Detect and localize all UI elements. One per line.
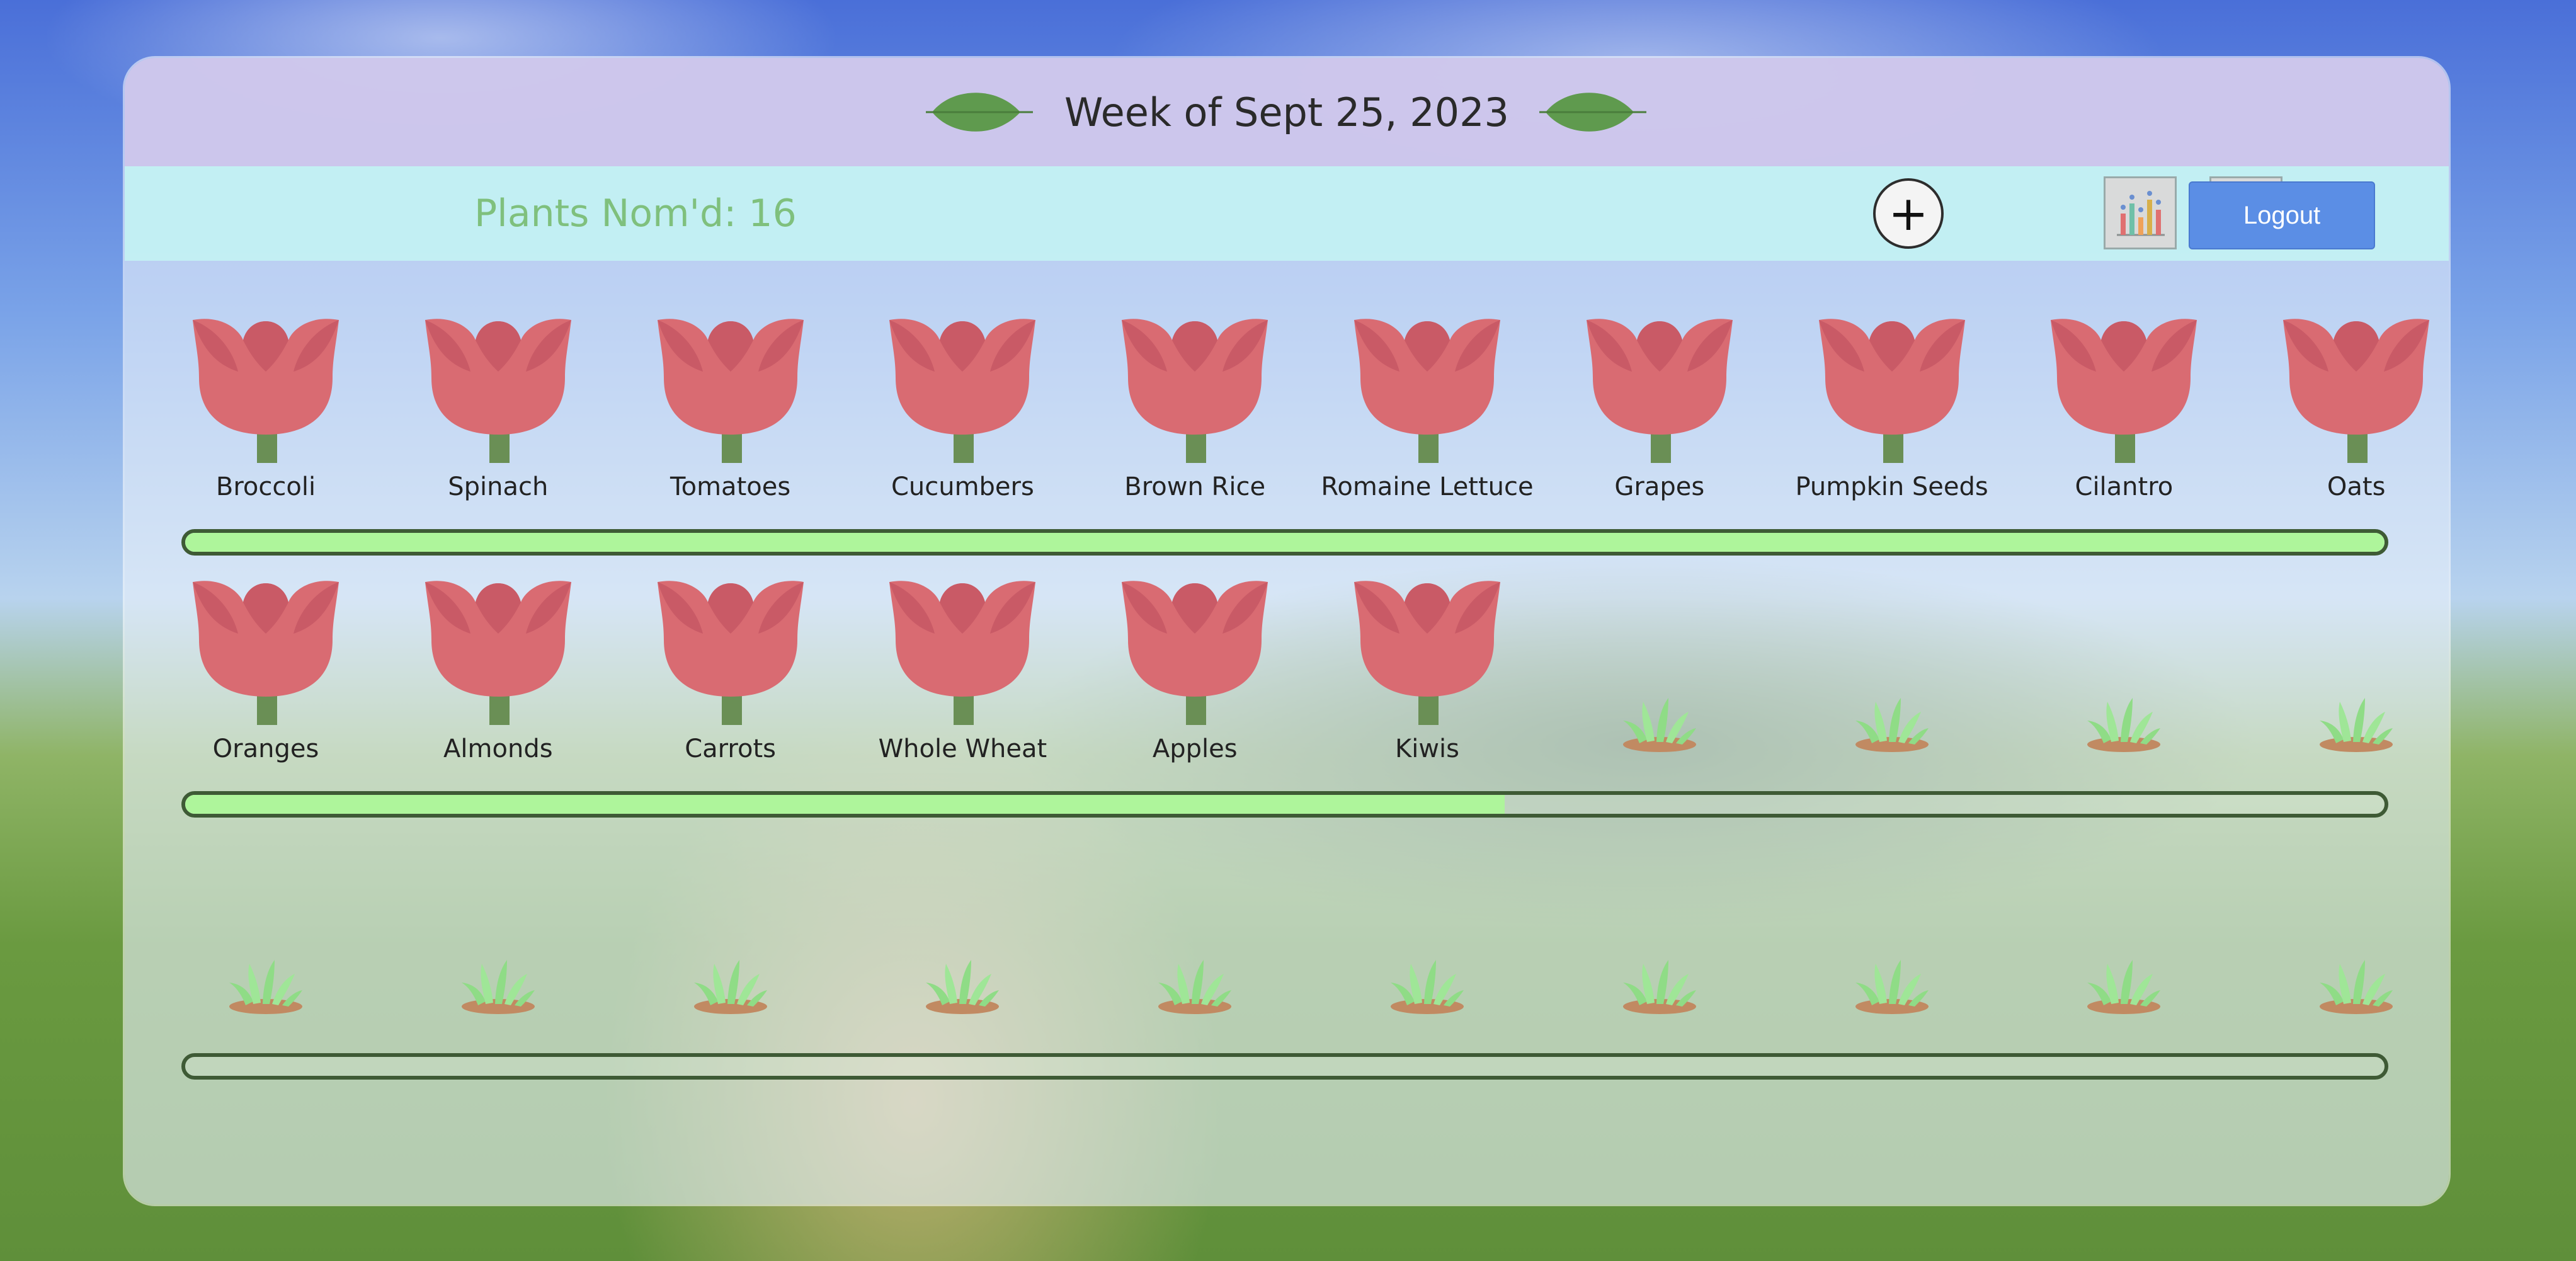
- sprout-icon: [2086, 957, 2162, 1014]
- row-progress-bar: [181, 529, 2388, 556]
- sprout-icon: [693, 957, 768, 1014]
- plant-slot[interactable]: Spinach: [397, 302, 599, 516]
- plant-label: Cucumbers: [891, 472, 1034, 501]
- plant-label: Almonds: [443, 734, 553, 763]
- tulip-icon: [640, 302, 821, 463]
- plant-label: Cilantro: [2075, 472, 2174, 501]
- sprout-icon: [1622, 957, 1697, 1014]
- sprout-icon: [1854, 957, 1930, 1014]
- tulip-icon: [2265, 302, 2447, 463]
- plant-slot[interactable]: Cucumbers: [862, 302, 1063, 516]
- plant-slot[interactable]: Romaine Lettuce: [1321, 302, 1534, 516]
- tulip-icon: [2033, 302, 2214, 463]
- empty-plant-slot[interactable]: [1559, 826, 1760, 1041]
- sprout-icon: [2318, 695, 2394, 752]
- plant-label: Pumpkin Seeds: [1795, 472, 1988, 501]
- tulip-icon: [872, 564, 1053, 725]
- empty-plant-slot[interactable]: [1326, 826, 1528, 1041]
- plant-slot[interactable]: Tomatoes: [630, 302, 831, 516]
- plant-label: Spinach: [448, 472, 549, 501]
- plant-slot[interactable]: Oats: [2255, 302, 2449, 516]
- empty-plant-slot[interactable]: [630, 826, 831, 1041]
- empty-plant-slot[interactable]: [165, 826, 367, 1041]
- row-progress-fill: [185, 795, 1505, 814]
- plant-garden: Broccoli Spinach Tomatoes Cucumbers Brown Ri…: [125, 58, 2449, 1204]
- tulip-icon: [175, 564, 356, 725]
- empty-plant-slot[interactable]: [862, 826, 1063, 1041]
- tulip-icon: [407, 564, 589, 725]
- empty-plant-slot[interactable]: [2255, 564, 2449, 779]
- sprout-icon: [1854, 695, 1930, 752]
- tulip-icon: [640, 564, 821, 725]
- sprout-icon: [2318, 957, 2394, 1014]
- plant-label: Grapes: [1614, 472, 1705, 501]
- plant-label: Apples: [1152, 734, 1238, 763]
- empty-plant-slot[interactable]: [397, 826, 599, 1041]
- plant-label: Kiwis: [1394, 734, 1459, 763]
- sprout-icon: [1157, 957, 1233, 1014]
- row-progress-bar: [181, 1053, 2388, 1080]
- empty-plant-slot[interactable]: [2023, 564, 2225, 779]
- main-card: Week of Sept 25, 2023 Plants Nom'd: 16 +: [125, 58, 2449, 1204]
- plant-label: Whole Wheat: [878, 734, 1047, 763]
- plant-label: Broccoli: [215, 472, 316, 501]
- plant-slot[interactable]: Oranges: [165, 564, 367, 779]
- tulip-icon: [1104, 302, 1285, 463]
- empty-plant-slot[interactable]: [1559, 564, 1760, 779]
- tulip-icon: [1336, 302, 1518, 463]
- plant-label: Tomatoes: [670, 472, 791, 501]
- plant-slot[interactable]: Cilantro: [2023, 302, 2225, 516]
- row-progress-fill: [185, 533, 2385, 552]
- empty-plant-slot[interactable]: [1094, 826, 1296, 1041]
- tulip-icon: [872, 302, 1053, 463]
- plant-slot[interactable]: Carrots: [630, 564, 831, 779]
- tulip-icon: [1336, 564, 1518, 725]
- sprout-icon: [925, 957, 1000, 1014]
- plant-label: Carrots: [685, 734, 776, 763]
- tulip-icon: [1104, 564, 1285, 725]
- tulip-icon: [407, 302, 589, 463]
- plant-label: Romaine Lettuce: [1321, 472, 1534, 501]
- empty-plant-slot[interactable]: [2023, 826, 2225, 1041]
- empty-plant-slot[interactable]: [1791, 826, 1993, 1041]
- plant-slot[interactable]: Kiwis: [1326, 564, 1528, 779]
- row-progress-bar: [181, 791, 2388, 818]
- sprout-icon: [1389, 957, 1465, 1014]
- tulip-icon: [1801, 302, 1983, 463]
- plant-slot[interactable]: Whole Wheat: [862, 564, 1063, 779]
- tulip-icon: [1569, 302, 1750, 463]
- plant-slot[interactable]: Apples: [1094, 564, 1296, 779]
- sprout-icon: [1622, 695, 1697, 752]
- tulip-icon: [175, 302, 356, 463]
- sprout-icon: [2086, 695, 2162, 752]
- empty-plant-slot[interactable]: [2255, 826, 2449, 1041]
- sprout-icon: [228, 957, 304, 1014]
- plant-label: Oranges: [212, 734, 319, 763]
- plant-slot[interactable]: Almonds: [397, 564, 599, 779]
- empty-plant-slot[interactable]: [1791, 564, 1993, 779]
- plant-slot[interactable]: Broccoli: [165, 302, 367, 516]
- sprout-icon: [460, 957, 536, 1014]
- plant-label: Oats: [2327, 472, 2386, 501]
- plant-label: Brown Rice: [1124, 472, 1266, 501]
- plant-slot[interactable]: Grapes: [1559, 302, 1760, 516]
- plant-slot[interactable]: Brown Rice: [1094, 302, 1296, 516]
- plant-slot[interactable]: Pumpkin Seeds: [1791, 302, 1993, 516]
